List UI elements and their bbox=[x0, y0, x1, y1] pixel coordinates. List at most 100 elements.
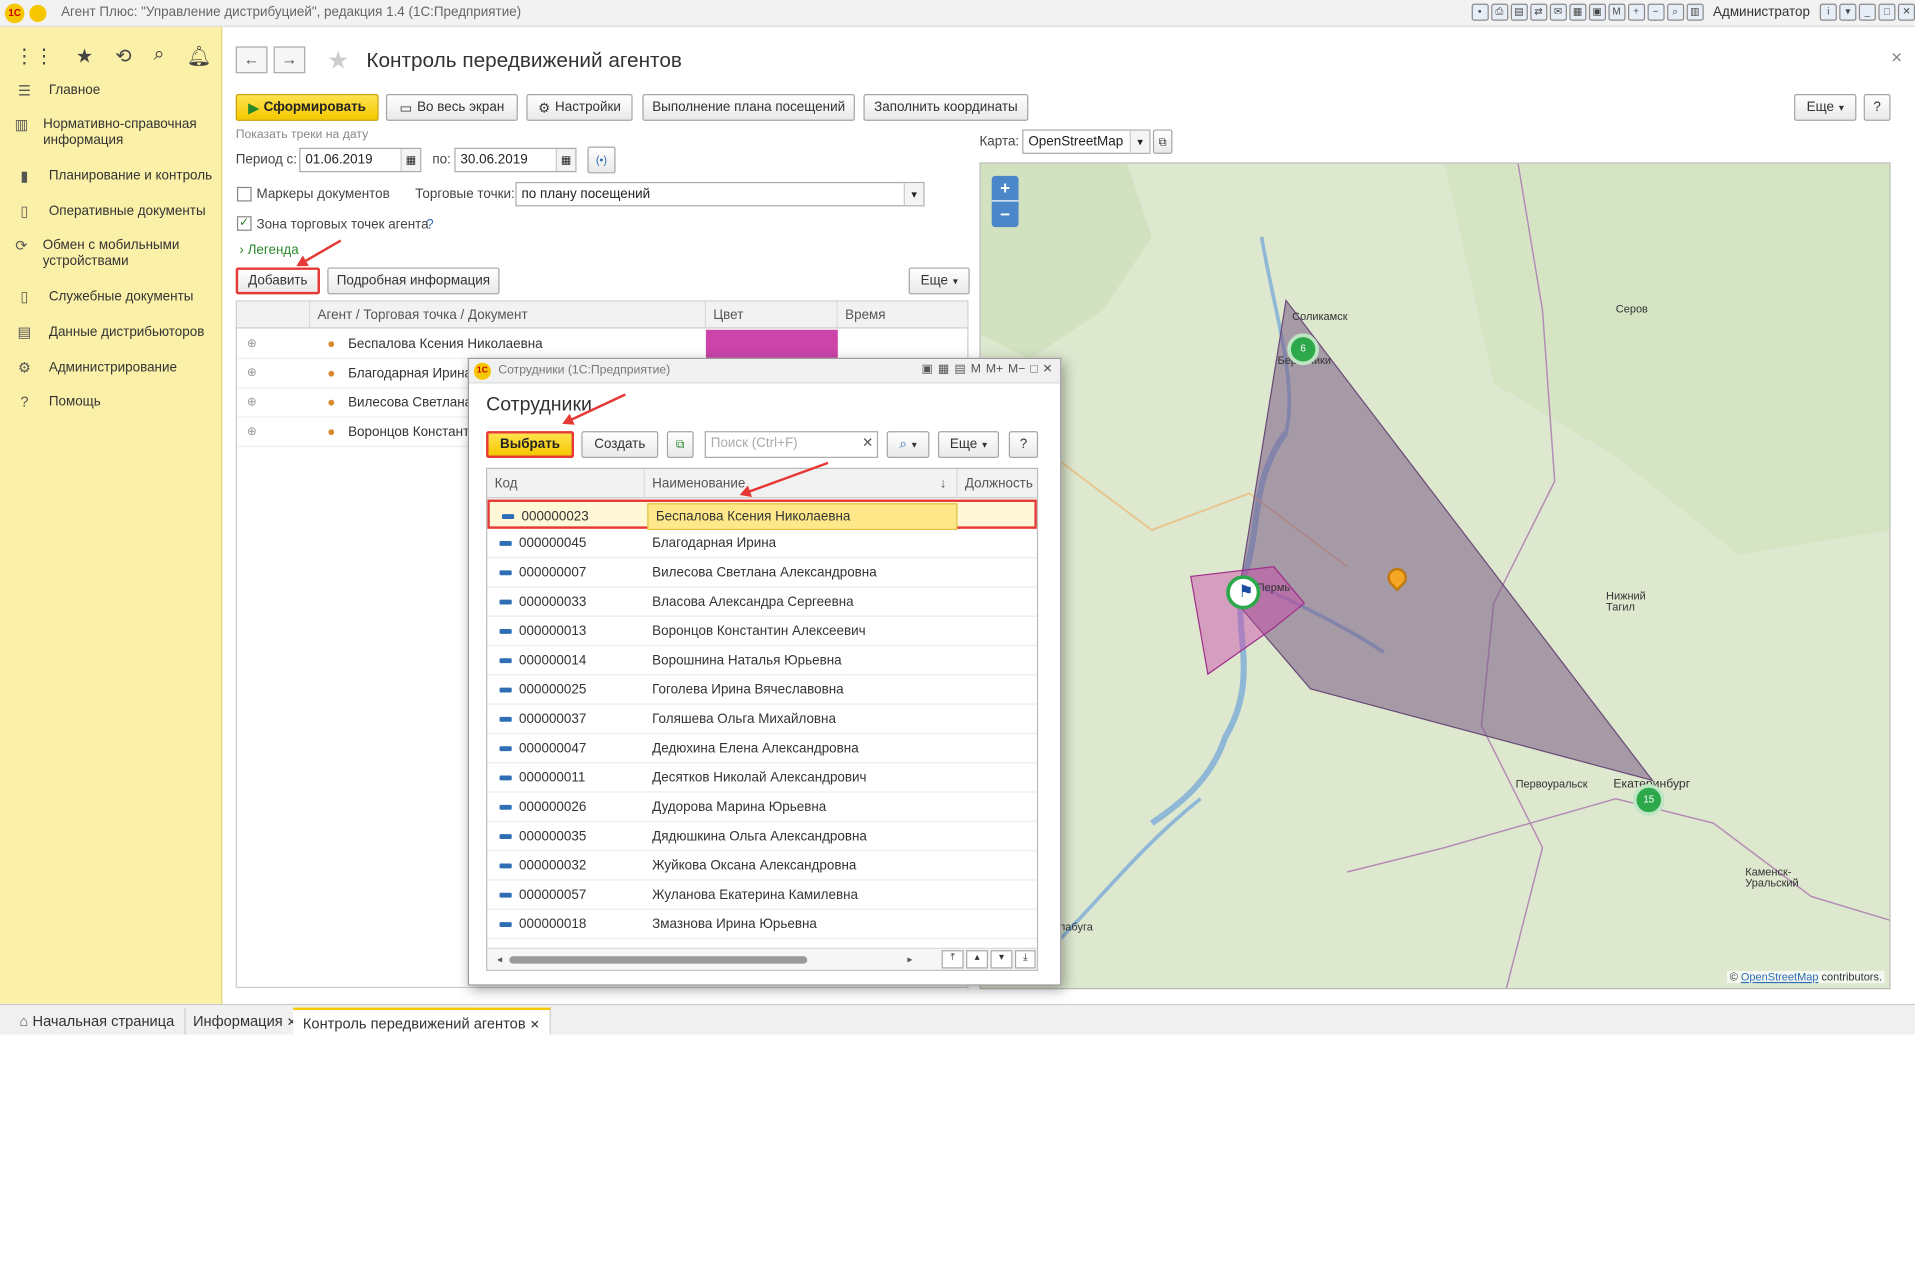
calendar-icon[interactable]: ▤ bbox=[954, 363, 966, 376]
fullscreen-button[interactable]: ▭ Во весь экран bbox=[385, 94, 518, 121]
calendar-icon[interactable]: ▦ bbox=[555, 148, 576, 171]
expand-icon[interactable]: ⊕ bbox=[247, 330, 257, 359]
add-button[interactable]: Добавить bbox=[235, 267, 320, 295]
maximize-icon[interactable]: □ bbox=[1030, 363, 1037, 376]
settings-button[interactable]: ⚙ Настройки bbox=[526, 94, 633, 121]
fill-coords-button[interactable]: Заполнить координаты bbox=[863, 94, 1029, 121]
table-row[interactable]: 000000018 Змазнова Ирина Юрьевна bbox=[487, 910, 1037, 940]
sidebar-item-planning[interactable]: ▮ Планирование и контроль bbox=[15, 168, 212, 185]
details-button[interactable]: Подробная информация bbox=[327, 267, 500, 295]
close-icon[interactable]: ✕ bbox=[1043, 363, 1053, 376]
agent-location-marker[interactable]: ⚑ bbox=[1226, 575, 1261, 610]
expand-icon[interactable]: ⊕ bbox=[247, 418, 257, 447]
table-row[interactable]: 000000026 Дудорова Марина Юрьевна bbox=[487, 793, 1037, 822]
memory-plus-icon[interactable]: M+ bbox=[986, 363, 1003, 376]
close-icon[interactable]: ✕ bbox=[1897, 3, 1915, 21]
table-row[interactable]: ⊕ ● Беспалова Ксения Николаевна bbox=[236, 329, 968, 360]
plan-button[interactable]: Выполнение плана посещений bbox=[642, 94, 855, 121]
sidebar-item-mobile[interactable]: ⟳ Обмен с мобильными устройствами bbox=[15, 238, 198, 270]
table-row[interactable]: 000000045 Благодарная Ирина bbox=[487, 529, 1037, 559]
info-icon[interactable]: i bbox=[1819, 3, 1837, 21]
period-select-button[interactable]: (•) bbox=[587, 146, 616, 174]
table-row[interactable]: 000000013 Воронцов Константин Алексеевич bbox=[487, 617, 1037, 647]
scroll-left-icon[interactable]: ◂ bbox=[497, 954, 502, 965]
map-open-button[interactable]: ⧉ bbox=[1152, 129, 1173, 154]
dialog-more-button[interactable]: Еще ▾ bbox=[937, 431, 1000, 458]
table-row[interactable]: 000000032 Жуйкова Оксана Александровна bbox=[487, 851, 1037, 881]
table-row[interactable]: 000000057 Жуланова Екатерина Камилевна bbox=[487, 881, 1037, 910]
scroll-right-icon[interactable]: ▸ bbox=[907, 954, 912, 965]
zone-checkbox[interactable]: ✓ bbox=[236, 216, 252, 231]
trade-points-select[interactable]: по плану посещений ▾ bbox=[515, 181, 925, 207]
forward-button[interactable]: → bbox=[273, 46, 306, 74]
close-icon[interactable]: ✕ bbox=[530, 1019, 540, 1032]
column-header-time[interactable]: Время bbox=[837, 301, 968, 329]
create-button[interactable]: Создать bbox=[581, 431, 659, 458]
scroll-top-button[interactable]: ⤒ bbox=[941, 950, 964, 969]
bell-icon[interactable]: 🔔︎ bbox=[187, 44, 212, 68]
select-button[interactable]: Выбрать bbox=[486, 431, 575, 458]
column-header-code[interactable]: Код bbox=[487, 468, 645, 499]
tab-agent-tracking[interactable]: Контроль передвижений агентов ✕ bbox=[293, 1007, 551, 1035]
column-header-agent[interactable]: Агент / Торговая точка / Документ bbox=[310, 301, 706, 329]
tab-info[interactable]: Информация ✕ bbox=[183, 1007, 309, 1035]
sidebar-item-admin[interactable]: ⚙ Администрирование bbox=[15, 360, 177, 376]
tab-home[interactable]: ⌂ Начальная страница bbox=[10, 1007, 186, 1035]
chevron-down-icon[interactable]: ▾ bbox=[903, 183, 924, 206]
link-icon[interactable]: ▣ bbox=[921, 363, 933, 376]
save-icon[interactable]: ▪ bbox=[1471, 3, 1489, 21]
close-icon[interactable]: ✕ bbox=[1891, 49, 1903, 66]
scroll-down-button[interactable]: ▾ bbox=[990, 950, 1013, 969]
zoom-in-button[interactable]: + bbox=[991, 176, 1019, 202]
more-button[interactable]: Еще ▾ bbox=[1794, 94, 1857, 121]
sidebar-item-reference[interactable]: ▥ Нормативно-справочная информация bbox=[15, 117, 210, 149]
memory-minus-icon[interactable]: M− bbox=[1008, 363, 1025, 376]
favorite-star-icon[interactable]: ★ bbox=[327, 45, 349, 76]
sidebar-item-service[interactable]: ▯ Служебные документы bbox=[15, 289, 194, 305]
sidebar-item-operative[interactable]: ▯ Оперативные документы bbox=[15, 203, 206, 220]
clear-icon[interactable]: ✕ bbox=[862, 432, 873, 454]
map-provider-select[interactable]: OpenStreetMap ▾ bbox=[1022, 129, 1151, 154]
zone-help-link[interactable]: ? bbox=[426, 217, 433, 232]
copy-button[interactable]: ⧉ bbox=[666, 431, 694, 458]
cluster-marker[interactable]: 6 bbox=[1287, 333, 1320, 366]
table-icon[interactable]: ▦ bbox=[938, 363, 950, 376]
search-input[interactable]: Поиск (Ctrl+F) ✕ bbox=[704, 431, 879, 458]
map-view[interactable]: + − Соликамск Березники Серов Нижний Таг… bbox=[979, 162, 1891, 990]
panel-icon[interactable]: ▥ bbox=[1686, 3, 1704, 21]
scroll-up-button[interactable]: ▴ bbox=[966, 950, 989, 969]
print-icon[interactable]: ⎙ bbox=[1490, 3, 1508, 21]
apps-grid-icon[interactable]: ⋮⋮ bbox=[15, 44, 54, 68]
memory-icon[interactable]: M bbox=[1607, 3, 1626, 21]
calendar-icon[interactable]: ▣ bbox=[1588, 3, 1606, 21]
main-menu-icon[interactable] bbox=[29, 4, 47, 22]
memory-minus-icon[interactable]: − bbox=[1647, 3, 1665, 21]
user-name[interactable]: Администратор bbox=[1713, 5, 1810, 20]
dialog-help-button[interactable]: ? bbox=[1008, 431, 1039, 458]
expand-icon[interactable]: ⊕ bbox=[247, 388, 257, 417]
doc-markers-checkbox[interactable] bbox=[236, 186, 252, 202]
period-to-field[interactable]: 30.06.2019 ▦ bbox=[454, 147, 577, 173]
help-button[interactable]: ? bbox=[1863, 94, 1891, 121]
sidebar-item-distributors[interactable]: ▤ Данные дистрибьюторов bbox=[15, 324, 205, 341]
back-button[interactable]: ← bbox=[235, 46, 268, 74]
preview-icon[interactable]: ▤ bbox=[1510, 3, 1528, 21]
period-from-field[interactable]: 01.06.2019 ▦ bbox=[299, 147, 422, 173]
list-more-button[interactable]: Еще ▾ bbox=[908, 267, 970, 295]
table-row[interactable]: 000000047 Дедюхина Елена Александровна bbox=[487, 734, 1037, 764]
expand-icon[interactable]: ⊕ bbox=[247, 359, 257, 388]
minimize-icon[interactable]: _ bbox=[1858, 3, 1876, 21]
dropdown-icon[interactable]: ▾ bbox=[1839, 3, 1857, 21]
table-row[interactable]: 000000011 Десятков Николай Александрович bbox=[487, 763, 1037, 793]
search-icon[interactable]: ⌕ bbox=[1666, 3, 1684, 21]
history-icon[interactable]: ⟲ bbox=[115, 44, 131, 68]
sidebar-item-help[interactable]: ? Помощь bbox=[15, 394, 100, 410]
cluster-marker[interactable]: 15 bbox=[1632, 784, 1665, 816]
search-icon[interactable]: ⌕ bbox=[154, 44, 165, 68]
search-button[interactable]: ⌕ ▾ bbox=[886, 431, 930, 458]
osm-link[interactable]: OpenStreetMap bbox=[1741, 971, 1819, 983]
chevron-down-icon[interactable]: ▾ bbox=[1129, 130, 1150, 153]
table-row[interactable]: 000000037 Голяшева Ольга Михайловна bbox=[487, 705, 1037, 735]
message-icon[interactable]: ✉ bbox=[1549, 3, 1567, 21]
legend-toggle[interactable]: › Легенда bbox=[239, 243, 298, 258]
